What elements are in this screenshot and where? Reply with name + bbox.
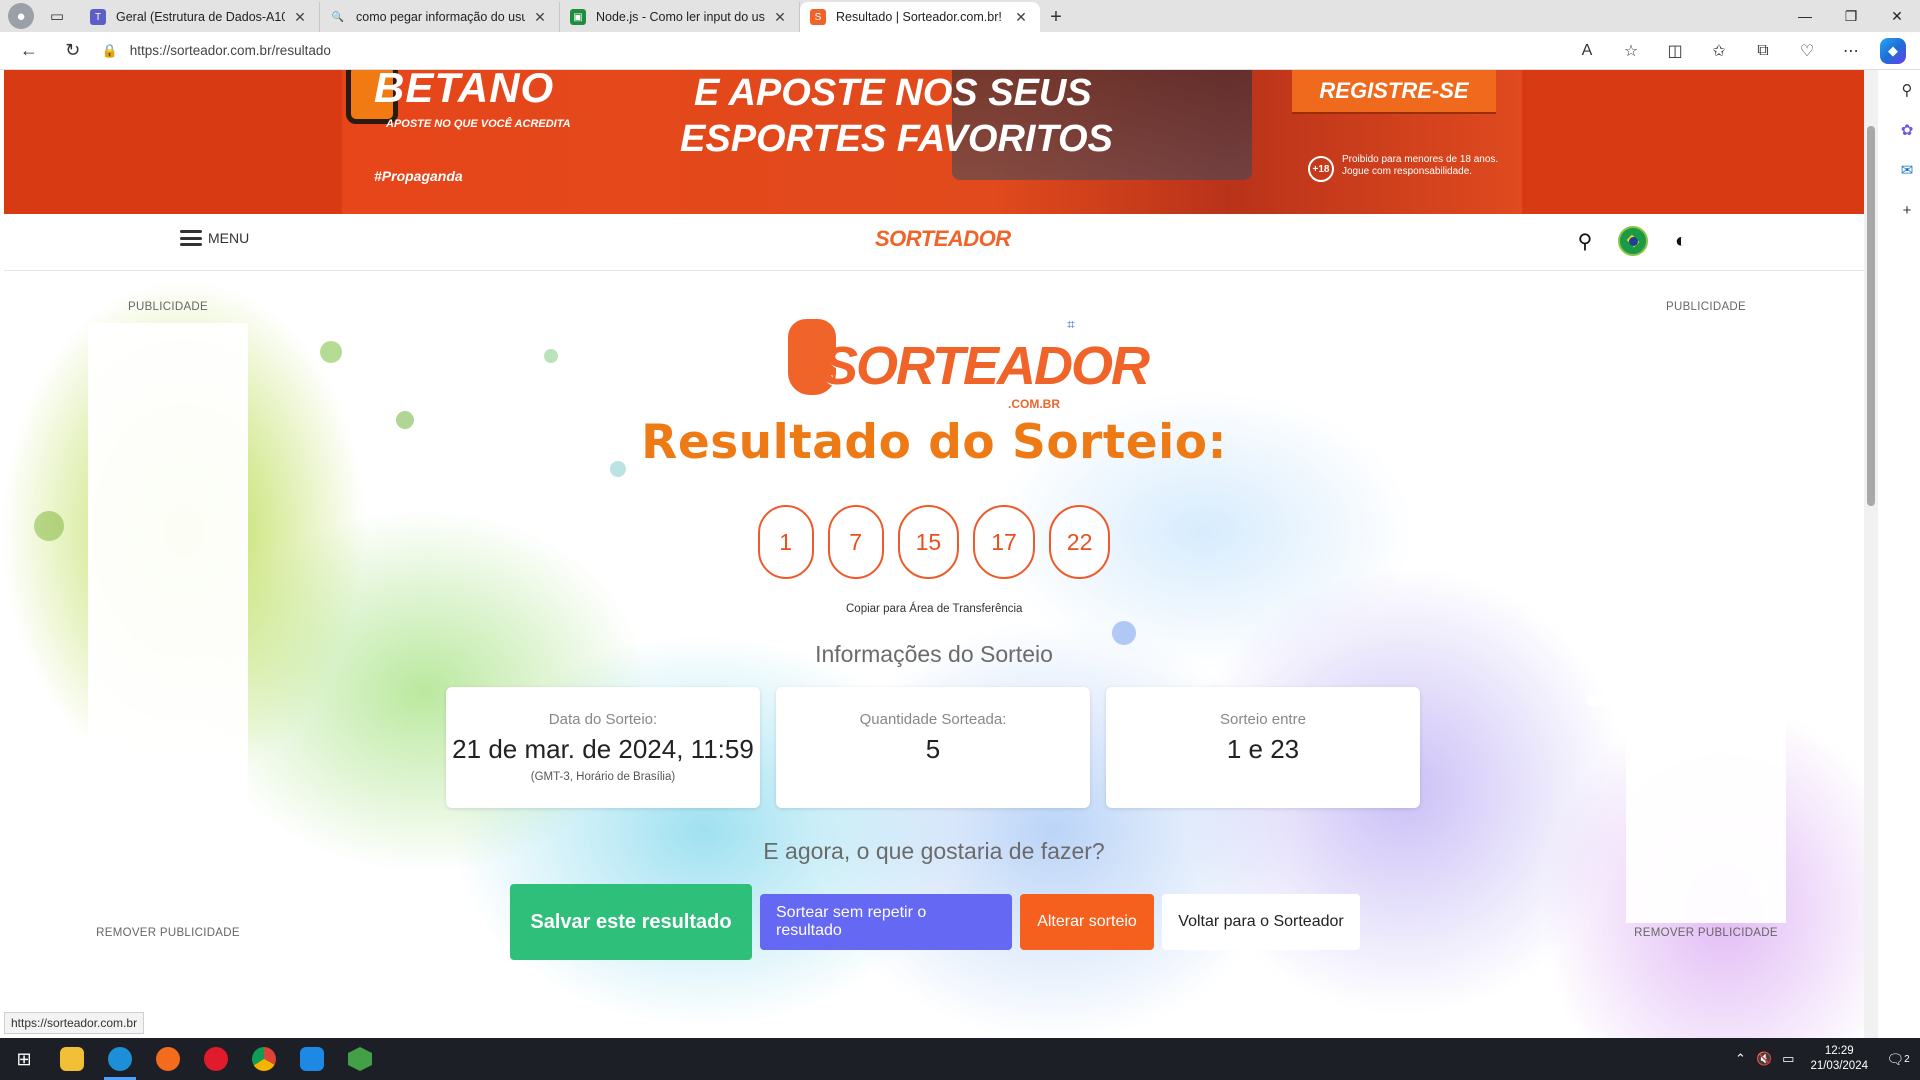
close-tab-icon[interactable]: ✕ (291, 9, 309, 26)
outlook-icon[interactable]: ✉ (1894, 150, 1920, 190)
web-page: BETANO APOSTE NO QUE VOCÊ ACREDITA #Prop… (4, 70, 1864, 1038)
number-ball: 7 (827, 505, 884, 579)
result-title: Resultado do Sorteio: (641, 415, 1227, 470)
sidebar-search-icon[interactable]: ⚲ (1894, 70, 1920, 110)
banner-legal: Proibido para menores de 18 anos. Jogue … (1342, 154, 1499, 177)
windows-start-icon[interactable]: ⊞ (0, 1038, 48, 1080)
banner-tagline: APOSTE NO QUE VOCÊ ACREDITA (386, 118, 571, 130)
sorteador-favicon: S (810, 9, 826, 25)
date-card: Data do Sorteio: 21 de mar. de 2024, 11:… (446, 687, 760, 808)
site-header: MENU SORTEADOR ⚲ ◐ (4, 214, 1864, 271)
number-ball: 17 (973, 505, 1035, 579)
tab-nodejs[interactable]: ▣ Node.js - Como ler input do usuá ✕ (560, 2, 800, 32)
nodejs-icon: ▣ (570, 9, 586, 25)
window-controls: — ❐ ✕ (1782, 0, 1920, 32)
close-tab-icon[interactable]: ✕ (531, 9, 549, 26)
file-explorer-icon[interactable] (48, 1038, 96, 1080)
info-cards: Data do Sorteio: 21 de mar. de 2024, 11:… (446, 687, 1420, 808)
favorite-star-icon[interactable]: ☆ (1616, 36, 1646, 66)
banner-brand: BETANO (374, 70, 555, 111)
back-icon[interactable]: ← (12, 36, 46, 66)
vscode-icon[interactable] (288, 1038, 336, 1080)
number-ball: 1 (757, 505, 814, 579)
banner-hashtag: #Propaganda (374, 168, 463, 184)
collections-icon[interactable]: ⧉ (1748, 36, 1778, 66)
address-bar: ← ↻ 🔒 https://sorteador.com.br/resultado… (0, 32, 1920, 70)
menu-button[interactable]: MENU (180, 230, 249, 246)
copilot-icon[interactable]: ◆ (1880, 37, 1906, 64)
tab-resultado[interactable]: S Resultado | Sorteador.com.br! ✕ (800, 2, 1040, 32)
banner-headline-1: E APOSTE NOS SEUS (694, 72, 1092, 114)
brazil-flag-icon[interactable] (1618, 226, 1648, 256)
lock-icon: 🔒 (101, 42, 118, 58)
range-card: Sorteio entre 1 e 23 (1106, 687, 1420, 808)
info-title: Informações do Sorteio (815, 641, 1053, 667)
favorites-icon[interactable]: ✩ (1704, 36, 1734, 66)
close-window-icon[interactable]: ✕ (1874, 0, 1920, 32)
close-tab-icon[interactable]: ✕ (771, 9, 789, 26)
menu-label: MENU (208, 230, 250, 246)
tab-actions-icon[interactable]: ▭ (44, 3, 70, 29)
nodejs-taskbar-icon[interactable] (336, 1038, 384, 1080)
search-icon[interactable]: ⚲ (1570, 226, 1600, 256)
tray-chevron-icon[interactable]: ⌃ (1735, 1051, 1746, 1067)
browser-essentials-icon[interactable]: ♡ (1792, 36, 1822, 66)
chrome-icon[interactable] (240, 1038, 288, 1080)
url-text: https://sorteador.com.br/resultado (129, 43, 331, 58)
next-action-question: E agora, o que gostaria de fazer? (763, 838, 1105, 864)
hamburger-icon (180, 230, 202, 246)
theme-toggle-icon[interactable]: ◐ (1666, 226, 1696, 256)
firefox-icon[interactable] (144, 1038, 192, 1080)
number-ball: 15 (897, 505, 960, 579)
close-tab-icon[interactable]: ✕ (1012, 9, 1030, 26)
save-result-button[interactable]: Salvar este resultado (510, 884, 752, 960)
read-aloud-icon[interactable]: A (1572, 36, 1602, 66)
drawn-numbers: 1 7 15 17 22 (4, 505, 1864, 579)
windows-taskbar: ⊞ ⌃ 🔇 ▭ 12:29 21/03/2024 🗨 2 (0, 1038, 1920, 1080)
scrollbar-thumb[interactable] (1867, 126, 1875, 506)
opera-icon[interactable] (192, 1038, 240, 1080)
screenshot-icon[interactable]: ⌗ (1062, 315, 1080, 333)
action-buttons: Salvar este resultado Sortear sem repeti… (510, 884, 1360, 960)
back-to-sorteador-button[interactable]: Voltar para o Sorteador (1162, 894, 1360, 950)
sidebar-copilot-icon[interactable]: ✿ (1894, 110, 1920, 150)
draw-without-repeat-button[interactable]: Sortear sem repetir o resultado (760, 894, 1012, 950)
url-field[interactable]: 🔒 https://sorteador.com.br/resultado (102, 36, 1572, 66)
search-icon: 🔍 (331, 11, 345, 23)
profile-icon[interactable]: ● (8, 3, 34, 29)
quantity-card: Quantidade Sorteada: 5 (776, 687, 1090, 808)
split-screen-icon[interactable]: ◫ (1660, 36, 1690, 66)
banner-headline-2: ESPORTES FAVORITOS (680, 118, 1113, 160)
volume-mute-icon[interactable]: 🔇 (1756, 1051, 1772, 1067)
tab-search[interactable]: 🔍 como pegar informação do usuá ✕ (320, 2, 560, 32)
tab-geral[interactable]: T Geral (Estrutura de Dados-A101 ✕ (80, 2, 320, 32)
edit-draw-button[interactable]: Alterar sorteio (1020, 894, 1154, 950)
minimize-icon[interactable]: — (1782, 0, 1828, 32)
page-scrollbar[interactable] (1864, 70, 1878, 1038)
new-tab-button[interactable]: + (1040, 2, 1072, 32)
restore-icon[interactable]: ❐ (1828, 0, 1874, 32)
edge-sidebar: ⚲ ✿ ✉ + (1894, 70, 1920, 1038)
teams-icon: T (90, 9, 106, 25)
status-url: https://sorteador.com.br (4, 1012, 145, 1034)
sidebar-add-icon[interactable]: + (1894, 190, 1920, 230)
banner-register-button[interactable]: REGISTRE-SE (1292, 70, 1496, 112)
refresh-icon[interactable]: ↻ (56, 36, 90, 66)
edge-icon[interactable] (96, 1038, 144, 1080)
result-section: PUBLICIDADE REMOVER PUBLICIDADE PUBLICID… (4, 271, 1864, 1038)
more-options-icon[interactable]: ⋯ (1836, 36, 1866, 66)
clock[interactable]: 12:29 21/03/2024 (1810, 1044, 1868, 1074)
network-icon[interactable]: ▭ (1782, 1051, 1794, 1067)
browser-tab-bar: ● ▭ T Geral (Estrutura de Dados-A101 ✕ 🔍… (0, 0, 1920, 32)
header-logo[interactable]: SORTEADOR (875, 226, 1011, 252)
age-badge: +18 (1308, 156, 1334, 182)
ad-banner[interactable]: BETANO APOSTE NO QUE VOCÊ ACREDITA #Prop… (4, 70, 1864, 214)
sorteador-logo: SORTEADOR .COM.BR (784, 315, 1150, 415)
number-ball: 22 (1048, 505, 1111, 579)
copy-to-clipboard-button[interactable]: Copiar para Área de Transferência (838, 596, 1031, 622)
notification-icon[interactable]: 🗨 2 (1884, 1045, 1912, 1073)
